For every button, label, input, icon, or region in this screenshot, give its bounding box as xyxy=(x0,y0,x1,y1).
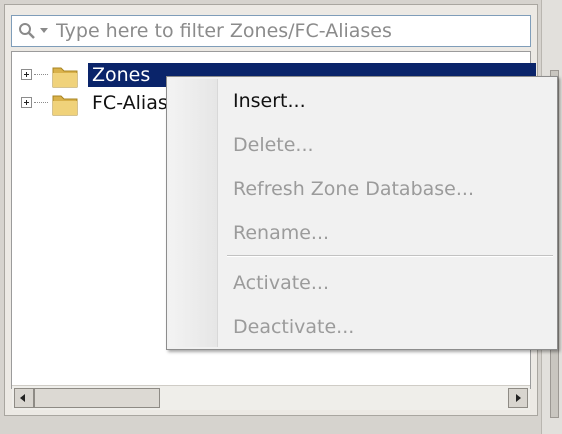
filter-input[interactable] xyxy=(56,18,516,44)
menu-icon-gutter xyxy=(169,79,218,347)
scroll-left-button[interactable] xyxy=(14,388,34,408)
folder-icon xyxy=(52,95,78,116)
folder-icon xyxy=(52,67,78,88)
filter-box[interactable] xyxy=(11,15,531,47)
tree-node-label[interactable]: FC-Alias xyxy=(88,91,172,115)
scroll-thumb[interactable] xyxy=(34,388,160,408)
horizontal-scrollbar[interactable] xyxy=(12,385,530,410)
menu-item-refresh-zone-database[interactable]: Refresh Zone Database... xyxy=(233,169,543,209)
tree-connector xyxy=(34,102,48,104)
filter-dropdown-icon[interactable] xyxy=(40,28,48,33)
menu-item-activate[interactable]: Activate... xyxy=(233,263,543,303)
menu-item-rename[interactable]: Rename... xyxy=(233,213,543,253)
menu-item-delete[interactable]: Delete... xyxy=(233,125,543,165)
scroll-right-button[interactable] xyxy=(508,388,528,408)
menu-separator xyxy=(227,255,553,257)
menu-item-deactivate[interactable]: Deactivate... xyxy=(233,307,543,347)
search-icon[interactable] xyxy=(18,22,36,40)
expand-icon[interactable] xyxy=(21,69,32,80)
menu-item-insert[interactable]: Insert... xyxy=(233,81,543,121)
tree-connector xyxy=(34,74,48,76)
expand-icon[interactable] xyxy=(21,97,32,108)
context-menu: Insert... Delete... Refresh Zone Databas… xyxy=(166,76,558,350)
